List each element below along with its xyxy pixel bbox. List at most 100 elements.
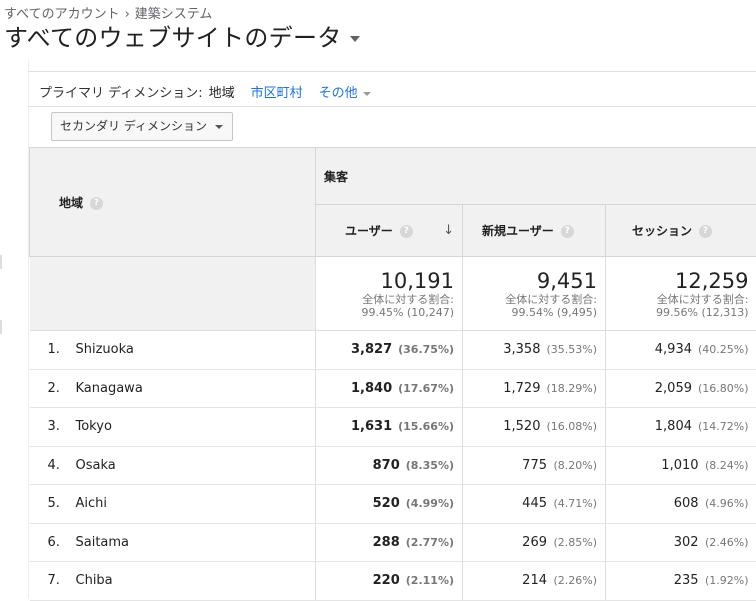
users-pct: (15.66%) — [398, 420, 454, 433]
region-link[interactable]: Shizuoka — [76, 342, 134, 357]
sessions-cell: 4,934(40.25%) — [606, 331, 756, 370]
rail-marker — [0, 320, 2, 334]
column-header-sessions[interactable]: セッション? — [606, 205, 756, 257]
region-link[interactable]: Saitama — [76, 535, 130, 550]
sessions-cell: 235 (1.92%) — [606, 562, 756, 601]
users-cell: 220(2.11%) — [316, 562, 463, 601]
new-users-value: 214 — [522, 573, 547, 588]
new-users-value: 269 — [522, 535, 547, 550]
column-header-new-users[interactable]: 新規ユーザー? — [463, 205, 606, 257]
sessions-cell: 1,010(8.24%) — [606, 446, 756, 485]
row-index: 5. — [48, 496, 76, 511]
region-cell: 6.Saitama — [30, 523, 316, 562]
sessions-pct: (2.46%) — [705, 536, 749, 549]
total-value: 9,451 — [463, 269, 597, 293]
new-users-pct: (4.71%) — [553, 497, 597, 510]
sessions-value: 235 — [674, 573, 699, 588]
column-header-label: ユーザー — [345, 224, 393, 238]
region-link[interactable]: Chiba — [76, 573, 113, 588]
help-icon[interactable]: ? — [90, 197, 103, 210]
users-value: 1,840 — [351, 381, 392, 396]
caret-down-icon — [215, 125, 223, 129]
region-link[interactable]: Tokyo — [76, 419, 112, 434]
sessions-value: 1,804 — [655, 419, 692, 434]
new-users-value: 1,520 — [503, 419, 540, 434]
primary-dimension-option-city[interactable]: 市区町村 — [251, 86, 303, 101]
row-index: 1. — [48, 342, 76, 357]
primary-dimension-option-other[interactable]: その他 — [319, 86, 371, 101]
new-users-value: 775 — [522, 458, 547, 473]
help-icon[interactable]: ? — [561, 225, 574, 238]
sessions-value: 302 — [674, 535, 699, 550]
sessions-pct: (1.92%) — [705, 574, 749, 587]
column-header-label: セッション — [632, 224, 692, 238]
new-users-pct: (16.08%) — [546, 420, 597, 433]
users-pct: (36.75%) — [398, 343, 454, 356]
option-other-label: その他 — [319, 86, 358, 101]
total-value: 10,191 — [316, 269, 454, 293]
sessions-pct: (4.96%) — [705, 497, 749, 510]
help-icon[interactable]: ? — [699, 225, 712, 238]
users-value: 1,631 — [351, 419, 392, 434]
region-cell: 1.Shizuoka — [30, 331, 316, 370]
chevron-down-icon — [350, 36, 360, 42]
region-cell: 7.Chiba — [30, 562, 316, 601]
region-link[interactable]: Osaka — [76, 458, 116, 473]
total-detail: 99.54% (9,495) — [463, 306, 597, 319]
new-users-value: 445 — [522, 496, 547, 511]
secondary-dimension-dropdown[interactable]: セカンダリ ディメンション — [51, 112, 233, 141]
total-users: 10,191 全体に対する割合: 99.45% (10,247) — [316, 257, 463, 331]
row-index: 2. — [48, 381, 76, 396]
left-rail — [0, 60, 29, 598]
users-cell: 1,840 (17.67%) — [316, 369, 463, 408]
dimension-header-label: 地域 — [59, 196, 83, 210]
sessions-cell: 608 (4.96%) — [606, 485, 756, 524]
table-row: 3.Tokyo 1,631 (15.66%) 1,520 (16.08%) 1,80… — [30, 408, 756, 447]
secondary-dimension-label: セカンダリ ディメンション — [60, 119, 207, 133]
users-value: 288 — [373, 535, 400, 550]
total-detail: 99.56% (12,313) — [606, 306, 749, 319]
new-users-pct: (8.20%) — [553, 459, 597, 472]
new-users-cell: 775 (8.20%) — [463, 446, 606, 485]
users-cell: 870(8.35%) — [316, 446, 463, 485]
total-caption: 全体に対する割合: — [316, 293, 454, 306]
table-row: 5.Aichi 520(4.99%) 445 (4.71%) 608 (4.96%) — [30, 485, 756, 524]
page-title: すべてのウェブサイトのデータ — [4, 24, 342, 52]
users-pct: (17.67%) — [398, 382, 454, 395]
dimension-header[interactable]: 地域? — [30, 148, 316, 257]
row-index: 3. — [48, 419, 76, 434]
divider — [28, 71, 756, 72]
table-row: 6.Saitama 288 (2.77%) 269 (2.85%) 302 (2.46… — [30, 523, 756, 562]
users-cell: 1,631 (15.66%) — [316, 408, 463, 447]
total-sessions: 12,259 全体に対する割合: 99.56% (12,313) — [606, 257, 756, 331]
users-cell: 520(4.99%) — [316, 485, 463, 524]
region-cell: 5.Aichi — [30, 485, 316, 524]
users-value: 220 — [373, 573, 400, 588]
primary-dimension-current: 地域 — [209, 86, 235, 101]
region-link[interactable]: Aichi — [76, 496, 108, 511]
total-value: 12,259 — [606, 269, 749, 293]
users-pct: (2.77%) — [406, 536, 454, 549]
new-users-value: 3,358 — [503, 342, 540, 357]
new-users-pct: (2.26%) — [553, 574, 597, 587]
region-link[interactable]: Kanagawa — [76, 381, 143, 396]
new-users-pct: (18.29%) — [546, 382, 597, 395]
column-header-users[interactable]: ユーザー? ↓ — [316, 205, 463, 257]
arrow-down-icon: ↓ — [443, 223, 454, 238]
table-row: 4.Osaka 870(8.35%) 775(8.20%) 1,010(8.24… — [30, 446, 756, 485]
users-value: 3,827 — [351, 342, 392, 357]
totals-dimension-cell — [30, 257, 316, 331]
sessions-value: 4,934 — [655, 342, 692, 357]
view-selector[interactable]: すべてのウェブサイトのデータ — [4, 18, 360, 53]
sessions-value: 608 — [674, 496, 699, 511]
totals-row: 10,191 全体に対する割合: 99.45% (10,247) 9,451 全… — [30, 257, 756, 331]
new-users-pct: (35.53%) — [546, 343, 597, 356]
total-detail: 99.45% (10,247) — [316, 306, 454, 319]
new-users-cell: 1,520 (16.08%) — [463, 408, 606, 447]
row-index: 6. — [48, 535, 76, 550]
help-icon[interactable]: ? — [400, 225, 413, 238]
users-pct: (8.35%) — [406, 459, 454, 472]
users-pct: (4.99%) — [406, 497, 454, 510]
new-users-cell: 269 (2.85%) — [463, 523, 606, 562]
new-users-pct: (2.85%) — [553, 536, 597, 549]
